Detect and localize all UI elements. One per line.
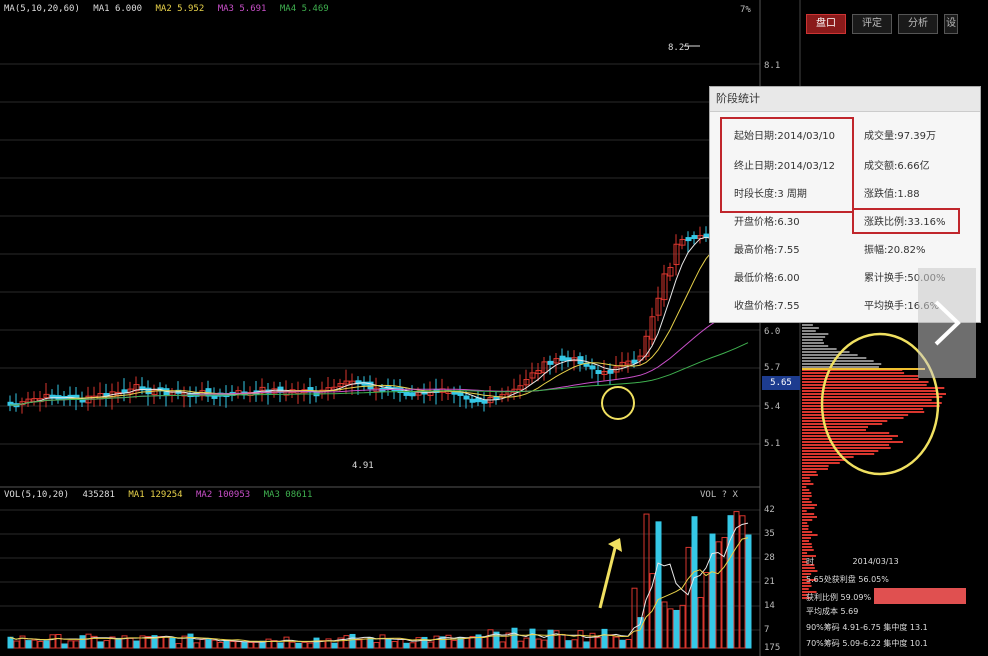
ma3-value: MA3 5.691 xyxy=(217,4,267,14)
vol-ma1: MA1 129254 xyxy=(128,490,183,500)
current-price-label: 5.65 xyxy=(762,376,800,390)
chart-corner-label: 7% xyxy=(740,5,751,15)
next-button[interactable] xyxy=(918,268,976,378)
amplitude: 振幅:20.82% xyxy=(864,245,926,256)
vol-controls[interactable]: VOL ? X xyxy=(700,490,738,500)
vol-tick: 35 xyxy=(764,529,775,539)
tab-pankou[interactable]: 盘口 xyxy=(806,14,846,34)
vol-tick: 7 xyxy=(764,625,769,635)
open-price: 开盘价格:6.30 xyxy=(734,217,800,228)
high-annotation: 8.25 xyxy=(668,43,690,53)
vol-tick: 175 xyxy=(764,643,780,653)
change-percent-highlight xyxy=(852,208,960,234)
vol-tick: 14 xyxy=(764,601,775,611)
volume: 成交量:97.39万 xyxy=(864,131,936,142)
chip-avg-cost: 平均成本 5.69 xyxy=(806,607,859,616)
close-price: 收盘价格:7.55 xyxy=(734,301,800,312)
popup-title: 阶段统计 xyxy=(710,87,980,112)
ma-indicator-bar: MA(5,10,20,60) MA1 6.000 MA2 5.952 MA3 5… xyxy=(4,4,337,14)
profit-bar xyxy=(874,588,966,604)
vol-tick: 42 xyxy=(764,505,775,515)
vol-ma2: MA2 100953 xyxy=(196,490,251,500)
chip-profit-at-price: 5.65处获利盘 56.05% xyxy=(806,575,889,584)
right-panel-tabs: 盘口 评定 分析 设 xyxy=(806,14,958,34)
tab-pingding[interactable]: 评定 xyxy=(852,14,892,34)
chip-date: 2014/03/13 xyxy=(852,557,899,566)
vol-indicator-bar: VOL(5,10,20) 435281 MA1 129254 MA2 10095… xyxy=(4,490,320,500)
chevron-right-icon xyxy=(934,300,961,346)
tab-fenxi[interactable]: 分析 xyxy=(898,14,938,34)
chip-70-range: 70%筹码 5.09-6.22 集中度 10.1 xyxy=(806,639,928,648)
low-annotation: 4.91 xyxy=(352,461,374,471)
price-tick: 6.0 xyxy=(764,327,780,337)
chip-90-range: 90%筹码 4.91-6.75 集中度 13.1 xyxy=(806,623,928,632)
vol-tick: 28 xyxy=(764,553,775,563)
low-price: 最低价格:6.00 xyxy=(734,273,800,284)
price-tick: 5.4 xyxy=(764,402,780,412)
vol-label: VOL(5,10,20) xyxy=(4,490,70,500)
ma4-value: MA4 5.469 xyxy=(279,4,329,14)
vol-value: 435281 xyxy=(82,490,115,500)
price-tick: 5.1 xyxy=(764,439,780,449)
chip-profit-ratio: 获利比例 59.09% xyxy=(806,593,872,602)
vol-tick: 21 xyxy=(764,577,775,587)
ma2-value: MA2 5.952 xyxy=(155,4,205,14)
vol-ma3: MA3 08611 xyxy=(263,490,313,500)
ma-label: MA(5,10,20,60) xyxy=(4,4,80,14)
date-range-highlight xyxy=(720,117,854,213)
chip-time-label: 时 xyxy=(806,557,814,566)
change-value: 涨跌值:1.88 xyxy=(864,189,920,200)
high-price: 最高价格:7.55 xyxy=(734,245,800,256)
chip-date-line: 时 2014/03/13 xyxy=(806,556,981,567)
price-tick: 5.7 xyxy=(764,363,780,373)
ma1-value: MA1 6.000 xyxy=(93,4,143,14)
price-tick: 8.1 xyxy=(764,61,780,71)
turnover-amount: 成交额:6.66亿 xyxy=(864,161,930,172)
tab-settings[interactable]: 设 xyxy=(944,14,958,34)
